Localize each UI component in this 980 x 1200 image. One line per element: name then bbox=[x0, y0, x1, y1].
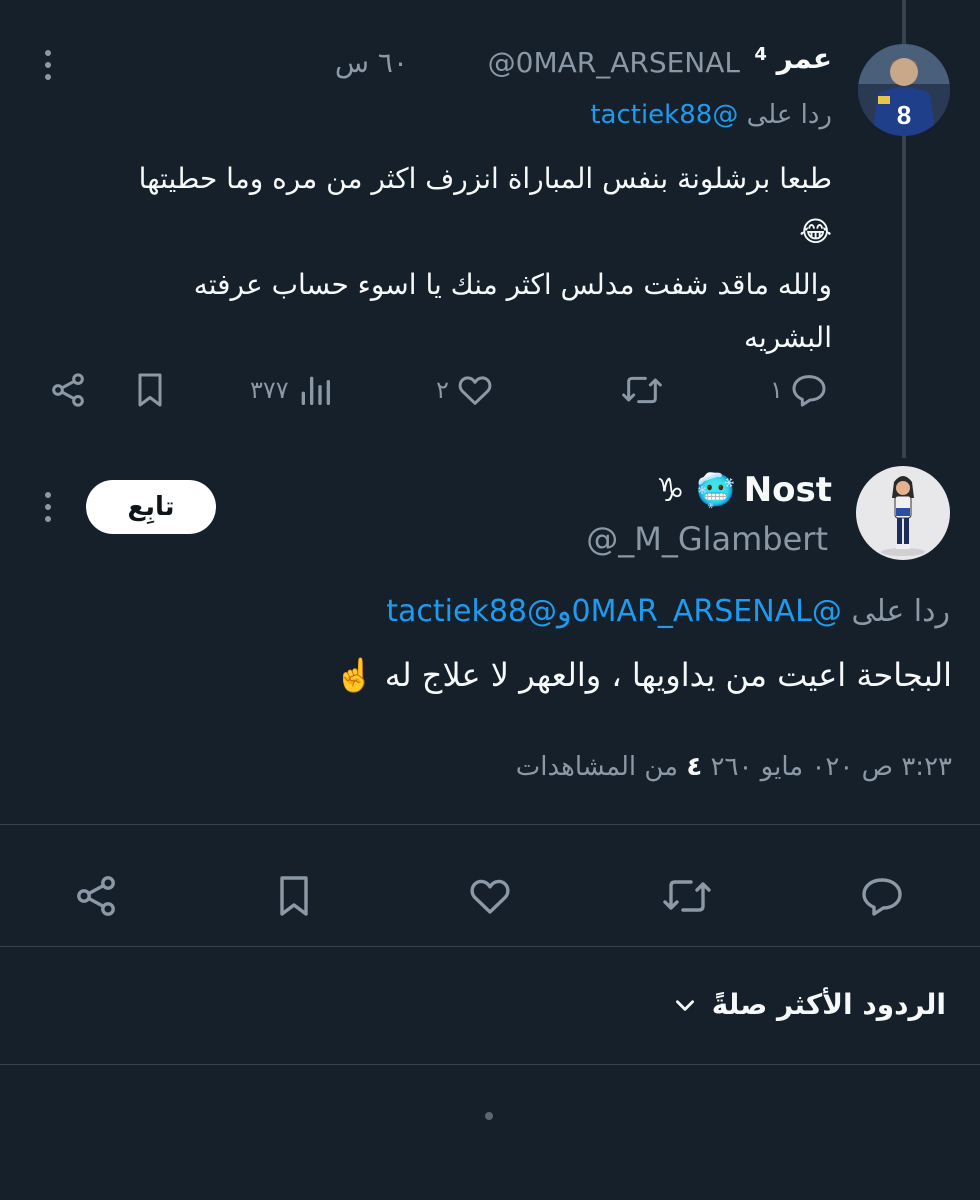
retweet-action[interactable] bbox=[620, 370, 664, 410]
like-icon bbox=[458, 376, 492, 405]
name-badge: 4 bbox=[754, 44, 767, 65]
reply-action[interactable] bbox=[858, 872, 906, 924]
divider bbox=[0, 824, 980, 825]
replying-and: و bbox=[557, 594, 572, 629]
replying-prefix: ردا على bbox=[851, 594, 950, 629]
views-value: ٤ bbox=[686, 752, 703, 782]
replying-to-line: ردا على @tactiek88 bbox=[590, 100, 832, 130]
views-action[interactable]: ٣٧٧ bbox=[250, 370, 335, 410]
loading-indicator bbox=[485, 1112, 493, 1120]
bookmark-action[interactable] bbox=[270, 872, 318, 924]
reply-count: ١ bbox=[770, 376, 783, 404]
mention-link[interactable]: @tactiek88 bbox=[590, 100, 738, 130]
divider bbox=[0, 1064, 980, 1065]
avatar-omar[interactable]: 8 bbox=[858, 44, 950, 136]
tweet-text: البجاحة اعيت من يداويها ، والعهر لا علاج… bbox=[334, 656, 952, 694]
tweet-meta: ٣:٢٣ ص ٠٢٠ مايو ٢٦٠ ٤ من المشاهدات bbox=[516, 752, 952, 782]
display-name: Nost bbox=[743, 470, 832, 510]
mention-link[interactable]: @0MAR_ARSENAL bbox=[572, 594, 842, 629]
reply-action[interactable]: ١ bbox=[770, 370, 829, 410]
tweet-line: طبعا برشلونة بنفس المباراة انزرف اكثر من… bbox=[138, 162, 832, 195]
views-label: من المشاهدات bbox=[515, 752, 679, 782]
tweet-line: والله ماقد شفت مدلس اكثر منك يا اسوء حسا… bbox=[193, 268, 832, 301]
bookmark-icon bbox=[138, 373, 162, 407]
retweet-icon bbox=[622, 376, 662, 404]
replying-prefix: ردا على bbox=[746, 100, 832, 130]
share-icon bbox=[77, 876, 115, 916]
tweet-line-emoji: 😂 bbox=[799, 215, 832, 248]
share-action[interactable] bbox=[72, 872, 120, 924]
divider bbox=[0, 946, 980, 947]
svg-text:8: 8 bbox=[897, 100, 911, 130]
more-icon[interactable] bbox=[38, 490, 58, 524]
like-action[interactable] bbox=[466, 872, 514, 924]
author-handle[interactable]: @0MAR_ARSENAL bbox=[488, 46, 740, 79]
reply-icon bbox=[862, 878, 902, 916]
replying-to-line: ردا على @0MAR_ARSENALو@tactiek88 bbox=[386, 594, 950, 629]
mention-link[interactable]: @tactiek88 bbox=[386, 594, 557, 629]
retweet-icon bbox=[663, 880, 711, 912]
bookmark-action[interactable] bbox=[130, 370, 170, 410]
replies-sort-dropdown[interactable]: الردود الأكثر صلةً bbox=[672, 988, 946, 1021]
bookmark-icon bbox=[280, 876, 308, 916]
more-icon[interactable] bbox=[38, 48, 58, 82]
retweet-action[interactable] bbox=[660, 872, 714, 924]
tweet-text: طبعا برشلونة بنفس المباراة انزرف اكثر من… bbox=[32, 152, 832, 364]
avatar-nost[interactable] bbox=[856, 466, 950, 560]
tweet-timestamp[interactable]: ٣:٢٣ ص ٠٢٠ مايو ٢٦٠ bbox=[711, 752, 952, 782]
author-name[interactable]: عمر 4 bbox=[754, 42, 832, 75]
follow-button[interactable]: تابِع bbox=[86, 480, 216, 534]
share-icon bbox=[52, 373, 84, 407]
replies-sort-label: الردود الأكثر صلةً bbox=[711, 988, 946, 1021]
like-count: ٢ bbox=[436, 376, 449, 404]
like-icon bbox=[470, 879, 510, 914]
name-emojis: ♑ 🥶 bbox=[656, 471, 736, 509]
author-name[interactable]: ♑ 🥶 Nost bbox=[656, 470, 832, 510]
share-action[interactable] bbox=[48, 370, 88, 410]
like-action[interactable]: ٢ bbox=[436, 370, 495, 410]
views-count: ٣٧٧ bbox=[250, 376, 289, 404]
chevron-down-icon bbox=[675, 999, 694, 1011]
views-icon bbox=[301, 376, 330, 405]
author-handle[interactable]: @_M_Glambert bbox=[586, 520, 828, 558]
reply-icon bbox=[792, 375, 826, 407]
tweet-line: البشريه bbox=[744, 321, 832, 354]
tweet-time[interactable]: ٦٠ س bbox=[335, 46, 408, 79]
